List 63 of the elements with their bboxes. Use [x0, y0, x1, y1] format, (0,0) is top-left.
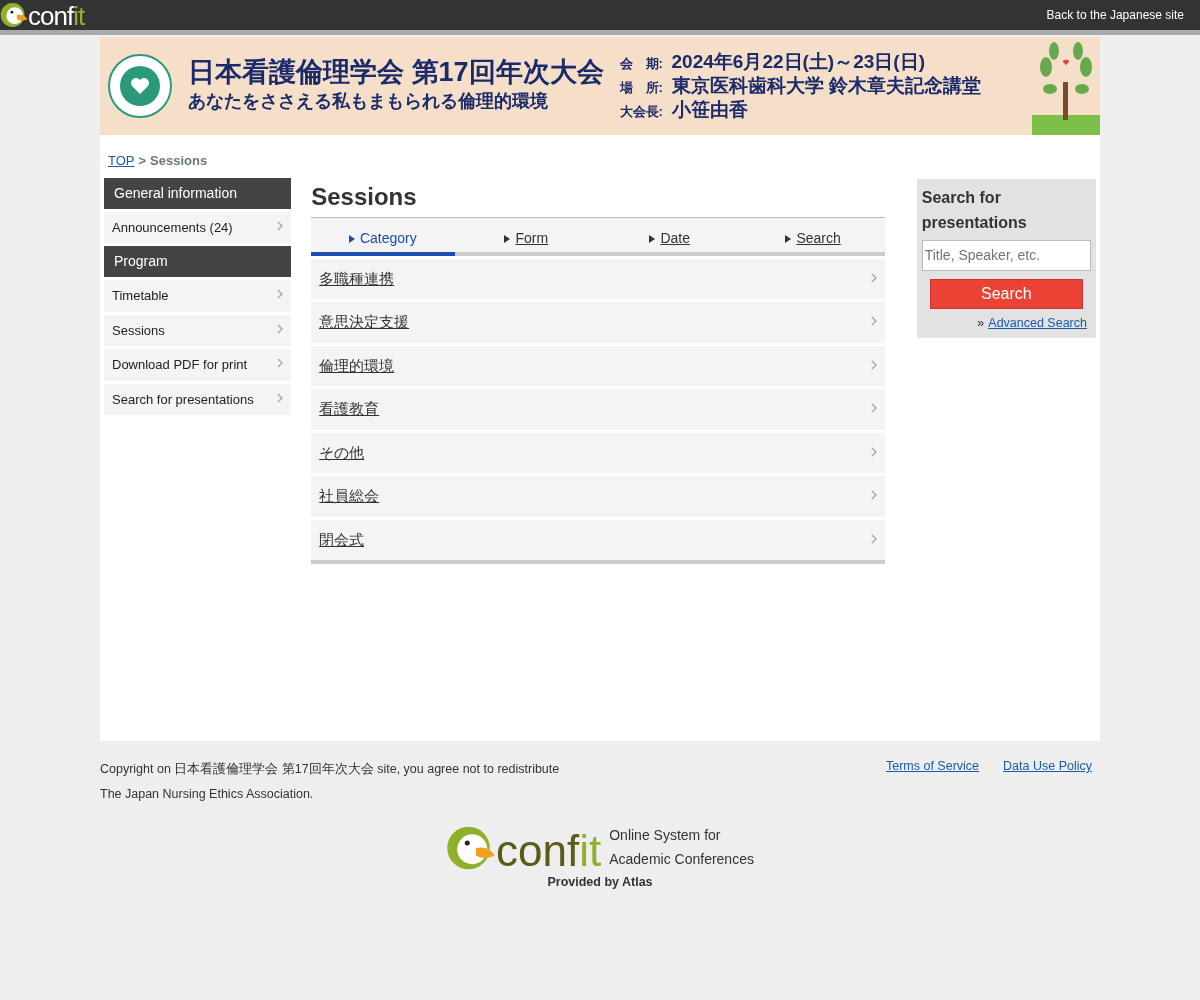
- banner-title: 日本看護倫理学会 第17回年次大会: [188, 56, 604, 88]
- emblem-icon: [108, 54, 172, 118]
- chevron-icon: [870, 272, 877, 283]
- chevron-icon: [277, 289, 284, 299]
- panel-title: Search for presentations: [921, 187, 1028, 234]
- chevron-icon: [277, 358, 284, 368]
- tab[interactable]: Form: [454, 217, 598, 256]
- sidebar-item[interactable]: Sessions: [104, 314, 292, 346]
- triangle-icon: [348, 234, 355, 243]
- detail-label: 大会長:: [619, 102, 664, 121]
- banner-subtitle: あなたをささえる私もまもられる倫理的環境: [188, 90, 549, 113]
- search-field[interactable]: Title, Speaker, etc.: [921, 239, 1091, 271]
- tab[interactable]: Date: [597, 217, 742, 256]
- triangle-icon: [785, 234, 792, 243]
- copyright-text: The Japan Nursing Ethics Association.: [100, 786, 315, 803]
- provided-by-text: Provided by Atlas: [546, 874, 654, 891]
- copyright-text: Copyright on 日本看護倫理学会 第17回年次大会 site, you agree not to redistribute: [100, 761, 560, 778]
- search-button[interactable]: Search: [929, 278, 1083, 309]
- chevron-icon: [870, 533, 877, 544]
- footer-link[interactable]: Data Use Policy: [1003, 757, 1092, 776]
- logo-text: confit: [28, 3, 85, 29]
- tab[interactable]: Category: [311, 217, 455, 256]
- chevron-icon: [870, 316, 877, 326]
- session-item[interactable]: 倫理的環境: [311, 345, 885, 386]
- sidebar-item[interactable]: Announcements (24): [104, 211, 292, 243]
- footer-link[interactable]: Terms of Service: [885, 757, 980, 776]
- detail-value: 小笹由香: [671, 97, 748, 122]
- chevron-icon: [870, 359, 877, 370]
- sidebar-heading: Program: [104, 246, 292, 277]
- sidebar-heading: General information: [104, 177, 292, 209]
- detail-label: 会 期:: [619, 55, 664, 74]
- sidebar-item[interactable]: Search for presentations: [104, 383, 292, 415]
- session-item[interactable]: 閉会式: [311, 519, 885, 564]
- session-item[interactable]: 多職種連携: [311, 258, 885, 299]
- detail-label: 場 所:: [619, 79, 664, 98]
- breadcrumb-link[interactable]: TOP: [108, 153, 135, 168]
- tagline-text: Online System for: [609, 826, 722, 846]
- session-item[interactable]: その他: [311, 432, 885, 473]
- tab[interactable]: Search: [741, 217, 885, 256]
- sidebar-item[interactable]: Download PDF for print: [104, 349, 292, 381]
- sidebar-item[interactable]: Timetable: [104, 280, 292, 312]
- triangle-icon: [504, 234, 511, 243]
- chevron-icon: [277, 220, 284, 231]
- triangle-icon: [649, 234, 656, 243]
- advanced-search-link[interactable]: Advanced Search: [988, 315, 1087, 330]
- breadcrumb-current: Sessions: [150, 153, 208, 168]
- detail-value: 2024年6月22日(土)～23日(日): [671, 50, 925, 75]
- link-prefix: »: [977, 314, 985, 330]
- duck-icon: [0, 1, 28, 29]
- chevron-icon: [870, 490, 877, 500]
- detail-value: 東京医科歯科大学 鈴木章夫記念講堂: [671, 74, 981, 98]
- page-title: Sessions: [311, 178, 885, 218]
- chevron-icon: [277, 323, 284, 334]
- session-item[interactable]: 看護教育: [311, 389, 885, 430]
- session-item[interactable]: 意思決定支援: [311, 302, 885, 343]
- chevron-icon: [277, 392, 284, 403]
- logo-text: confit: [496, 829, 602, 873]
- breadcrumb-separator: >: [138, 153, 147, 168]
- back-link[interactable]: Back to the Japanese site: [1046, 6, 1184, 24]
- chevron-icon: [870, 403, 877, 413]
- chevron-icon: [870, 446, 877, 457]
- tagline-text: Academic Conferences: [609, 850, 754, 869]
- session-item[interactable]: 社員総会: [311, 476, 885, 517]
